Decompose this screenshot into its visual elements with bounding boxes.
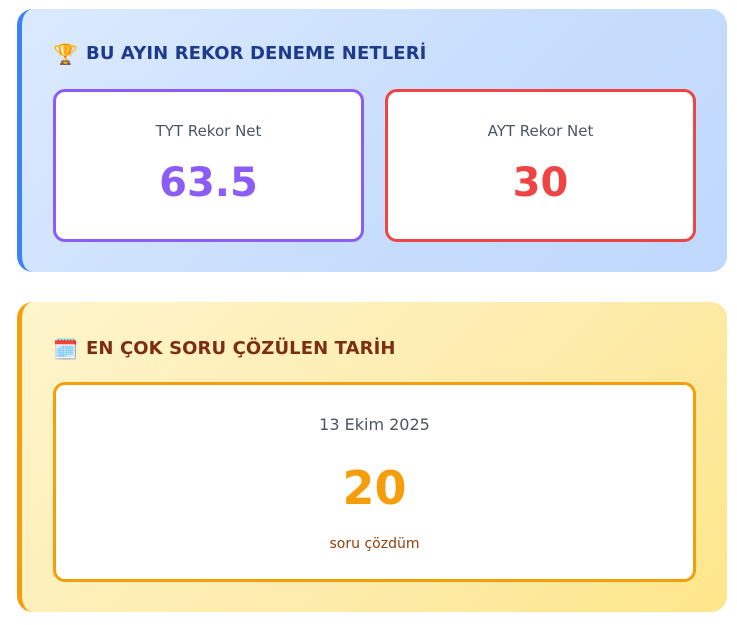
- monthly-record-title-text: BU AYIN REKOR DENEME NETLERİ: [86, 43, 427, 64]
- calendar-icon: 🗓️: [53, 336, 79, 361]
- most-solved-box: 13 Ekim 2025 20 soru çözdüm: [53, 382, 696, 582]
- ayt-record-box: AYT Rekor Net 30: [385, 89, 696, 242]
- most-solved-date-card: 🗓️ EN ÇOK SORU ÇÖZÜLEN TARİH 13 Ekim 202…: [17, 302, 727, 612]
- tyt-record-label: TYT Rekor Net: [155, 122, 262, 140]
- tyt-record-box: TYT Rekor Net 63.5: [53, 89, 364, 242]
- most-solved-title-text: EN ÇOK SORU ÇÖZÜLEN TARİH: [86, 338, 396, 359]
- ayt-record-label: AYT Rekor Net: [487, 122, 594, 140]
- monthly-record-title: 🏆 BU AYIN REKOR DENEME NETLERİ: [53, 43, 426, 64]
- ayt-record-value: 30: [512, 160, 569, 206]
- most-solved-title: 🗓️ EN ÇOK SORU ÇÖZÜLEN TARİH: [53, 338, 396, 359]
- monthly-record-card: 🏆 BU AYIN REKOR DENEME NETLERİ TYT Rekor…: [17, 9, 727, 272]
- most-solved-caption: soru çözdüm: [329, 536, 420, 552]
- tyt-record-value: 63.5: [159, 160, 258, 206]
- most-solved-count: 20: [342, 461, 407, 515]
- most-solved-date: 13 Ekim 2025: [319, 415, 430, 434]
- trophy-icon: 🏆: [53, 41, 79, 66]
